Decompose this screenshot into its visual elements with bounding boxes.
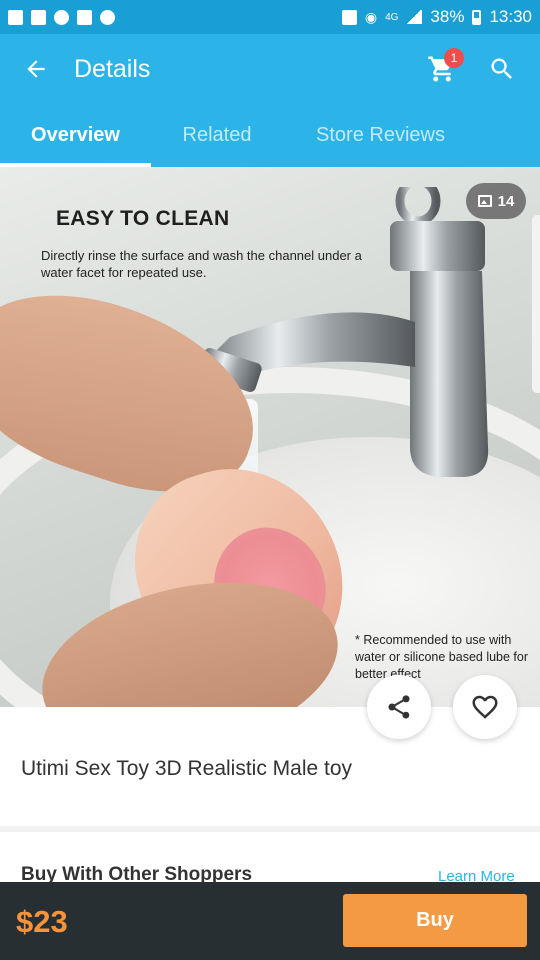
image-heading: EASY TO CLEAN xyxy=(56,207,230,230)
network-type: 4G xyxy=(385,11,399,23)
search-button[interactable] xyxy=(472,34,532,104)
battery-icon xyxy=(472,9,482,25)
section-divider xyxy=(0,826,540,832)
heart-icon xyxy=(472,695,498,719)
wifi-icon: ◉ xyxy=(364,8,378,25)
carousel-edge xyxy=(532,215,540,393)
price: $23 xyxy=(16,904,68,939)
messenger-icon xyxy=(54,9,69,25)
page-title: Details xyxy=(74,54,151,83)
search-icon xyxy=(491,58,512,79)
notification-icons xyxy=(8,9,115,25)
arrow-left-icon xyxy=(27,60,45,78)
buy-button[interactable]: Buy xyxy=(343,894,527,947)
tab-bar: Overview Related Store Reviews xyxy=(0,104,540,167)
share-button[interactable] xyxy=(367,675,431,739)
gallery-notification-icon xyxy=(77,9,92,25)
product-title: Utimi Sex Toy 3D Realistic Male toy xyxy=(21,757,353,780)
battery-percent: 38% xyxy=(430,7,465,26)
cart-button[interactable]: 1 xyxy=(412,34,472,104)
bottom-bar: $23 Buy xyxy=(0,882,540,960)
download-icon xyxy=(100,9,115,25)
tab-store-reviews[interactable]: Store Reviews xyxy=(283,104,478,167)
status-bar: ◉ 4G 38% 13:30 xyxy=(0,0,540,34)
image-subtitle: Directly rinse the surface and wash the … xyxy=(41,248,362,280)
app-bar: Details 1 xyxy=(0,34,540,104)
product-image[interactable]: EASY TO CLEAN Directly rinse the surface… xyxy=(0,167,540,707)
system-status: ◉ 4G 38% 13:30 xyxy=(341,7,532,27)
tab-related[interactable]: Related xyxy=(151,104,283,167)
favorite-button[interactable] xyxy=(453,675,517,739)
back-button[interactable] xyxy=(6,34,66,104)
facebook-icon xyxy=(8,9,23,25)
sync-icon xyxy=(341,9,357,25)
image-note: * Recommended to use with water or silic… xyxy=(355,633,529,681)
clock: 13:30 xyxy=(489,7,532,26)
signal-icon xyxy=(406,10,423,24)
share-icon xyxy=(388,695,410,719)
cart-badge: 1 xyxy=(444,48,464,68)
image-count: 14 xyxy=(497,192,515,210)
tab-overview[interactable]: Overview xyxy=(0,104,151,167)
gallery-icon xyxy=(477,195,492,207)
image-count-badge[interactable]: 14 xyxy=(466,183,526,219)
facebook-icon xyxy=(31,9,46,25)
